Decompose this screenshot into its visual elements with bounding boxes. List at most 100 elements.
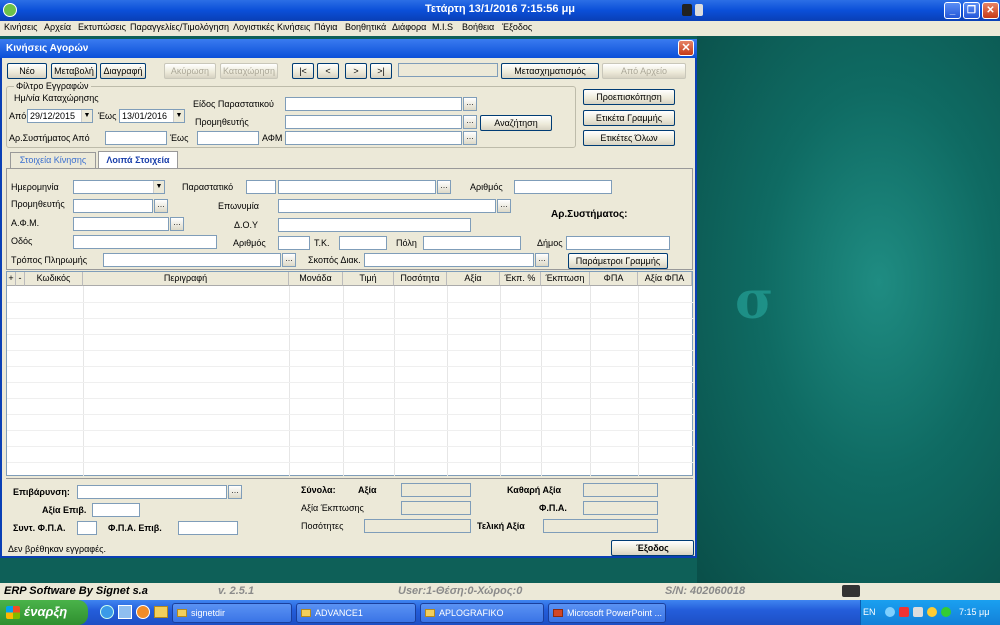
grid-expand-col[interactable]: + — [7, 272, 16, 286]
window-close-button[interactable]: ✕ — [678, 40, 694, 56]
next-record-button[interactable]: > — [345, 63, 367, 79]
last-record-button[interactable]: >| — [370, 63, 392, 79]
grid-col-price[interactable]: Τιμή — [343, 272, 394, 286]
purpose-field[interactable] — [364, 253, 534, 267]
search-button[interactable]: Αναζήτηση — [480, 115, 552, 131]
payment-field[interactable] — [103, 253, 281, 267]
document-field[interactable] — [278, 180, 436, 194]
document-lookup-button[interactable]: … — [437, 180, 451, 194]
grid-col-quantity[interactable]: Ποσότητα — [394, 272, 447, 286]
surcharge-lookup-button[interactable]: … — [228, 485, 242, 499]
grid-collapse-col[interactable]: - — [16, 272, 25, 286]
chevron-down-icon[interactable]: ▼ — [153, 181, 164, 193]
line-label-button[interactable]: Ετικέτα Γραμμής — [583, 110, 675, 126]
supplier-filter-field[interactable] — [285, 115, 462, 129]
menu-logistikes[interactable]: Λογιστικές Κινήσεις — [233, 22, 310, 32]
first-record-button[interactable]: |< — [292, 63, 314, 79]
items-grid[interactable]: + - Κωδικός Περιγραφή Μονάδα Τιμή Ποσότη… — [6, 271, 694, 476]
grid-col-value[interactable]: Αξία — [447, 272, 500, 286]
date-field[interactable]: ▼ — [73, 180, 165, 194]
menu-pagia[interactable]: Πάγια — [314, 22, 337, 32]
task-aplografiko[interactable]: APLOGRAFIKO — [420, 603, 544, 623]
surcharge-field[interactable] — [77, 485, 227, 499]
grid-col-unit[interactable]: Μονάδα — [289, 272, 343, 286]
grid-col-discount[interactable]: Έκπτωση — [541, 272, 590, 286]
chevron-down-icon[interactable]: ▼ — [173, 110, 184, 122]
menu-paraggelies[interactable]: Παραγγελίες/Τιμολόγηση — [130, 22, 229, 32]
quicklaunch-ie-icon[interactable] — [100, 605, 114, 619]
vat-no-lookup-button[interactable]: … — [463, 131, 477, 145]
postcode-field[interactable] — [339, 236, 387, 250]
delete-button[interactable]: Διαγραφή — [100, 63, 146, 79]
menu-ektyposeis[interactable]: Εκτυπώσεις — [78, 22, 126, 32]
vat-coef-field[interactable] — [77, 521, 97, 535]
quicklaunch-folder-icon[interactable] — [154, 606, 168, 618]
sys-no-to-field[interactable] — [197, 131, 259, 145]
cancel-button[interactable]: Ακύρωση — [164, 63, 216, 79]
from-file-button[interactable]: Από Αρχείο — [602, 63, 686, 79]
language-indicator[interactable]: EN — [863, 607, 876, 617]
city-field[interactable] — [423, 236, 521, 250]
task-advance1[interactable]: ADVANCE1 — [296, 603, 416, 623]
tab-other-details[interactable]: Λοιπά Στοιχεία — [98, 151, 178, 168]
preview-button[interactable]: Προεπισκόπηση — [583, 89, 675, 105]
tray-security-icon[interactable] — [899, 607, 909, 617]
vat-surcharge-field[interactable] — [178, 521, 238, 535]
surcharge-value-field[interactable] — [92, 503, 140, 517]
menu-voitheia[interactable]: Βοήθεια — [462, 22, 494, 32]
grid-col-discount-pct[interactable]: Έκπ. % — [500, 272, 541, 286]
tab-movement-details[interactable]: Στοιχεία Κίνησης — [10, 152, 96, 168]
doc-type-field[interactable] — [285, 97, 462, 111]
supplier-lookup-button[interactable]: … — [154, 199, 168, 213]
save-button[interactable]: Καταχώρηση — [220, 63, 278, 79]
sys-no-from-field[interactable] — [105, 131, 167, 145]
transform-button[interactable]: Μετασχηματισμός — [501, 63, 599, 79]
line-params-button[interactable]: Παράμετροι Γραμμής — [568, 253, 668, 269]
menu-diafora[interactable]: Διάφορα — [392, 22, 426, 32]
menu-voithitika[interactable]: Βοηθητικά — [345, 22, 386, 32]
menu-arxeia[interactable]: Αρχεία — [44, 22, 71, 32]
exit-button[interactable]: Έξοδος — [611, 540, 694, 556]
grid-col-description[interactable]: Περιγραφή — [83, 272, 289, 286]
menu-mis[interactable]: M.I.S — [432, 22, 453, 32]
grid-col-vat[interactable]: ΦΠΑ — [590, 272, 638, 286]
grid-col-code[interactable]: Κωδικός — [25, 272, 83, 286]
supplier-filter-lookup-button[interactable]: … — [463, 115, 477, 129]
date-from-picker[interactable]: 29/12/2015 ▼ — [27, 109, 93, 123]
quicklaunch-desktop-icon[interactable] — [118, 605, 132, 619]
name-lookup-button[interactable]: … — [497, 199, 511, 213]
street-field[interactable] — [73, 235, 217, 249]
grid-col-vat-value[interactable]: Αξία ΦΠΑ — [638, 272, 692, 286]
restore-button[interactable]: ❐ — [963, 2, 980, 19]
municipality-field[interactable] — [566, 236, 670, 250]
vat-no-field[interactable] — [285, 131, 462, 145]
chevron-down-icon[interactable]: ▼ — [81, 110, 92, 122]
menu-exodos[interactable]: Έξοδος — [502, 22, 532, 32]
vat-lookup-button[interactable]: … — [170, 217, 184, 231]
minimize-button[interactable]: _ — [944, 2, 961, 19]
name-field[interactable] — [278, 199, 496, 213]
task-signetdir[interactable]: signetdir — [172, 603, 292, 623]
task-powerpoint[interactable]: Microsoft PowerPoint ... — [548, 603, 666, 623]
number-field[interactable] — [514, 180, 612, 194]
payment-lookup-button[interactable]: … — [282, 253, 296, 267]
tax-office-field[interactable] — [278, 218, 471, 232]
doc-type-lookup-button[interactable]: … — [463, 97, 477, 111]
document-series-field[interactable] — [246, 180, 276, 194]
tray-volume-icon[interactable] — [913, 607, 923, 617]
tray-clock[interactable]: 7:15 μμ — [959, 607, 989, 617]
street-no-field[interactable] — [278, 236, 310, 250]
all-labels-button[interactable]: Ετικέτες Όλων — [583, 130, 675, 146]
supplier-field[interactable] — [73, 199, 153, 213]
tray-network-icon[interactable] — [885, 607, 895, 617]
edit-button[interactable]: Μεταβολή — [51, 63, 97, 79]
app-close-button[interactable]: ✕ — [982, 2, 999, 19]
quicklaunch-media-icon[interactable] — [136, 605, 150, 619]
new-button[interactable]: Νέο — [7, 63, 47, 79]
menu-kiniseis[interactable]: Κινήσεις — [4, 22, 37, 32]
vat-field[interactable] — [73, 217, 169, 231]
purpose-lookup-button[interactable]: … — [535, 253, 549, 267]
tray-update-icon[interactable] — [941, 607, 951, 617]
tray-wifi-icon[interactable] — [927, 607, 937, 617]
prev-record-button[interactable]: < — [317, 63, 339, 79]
